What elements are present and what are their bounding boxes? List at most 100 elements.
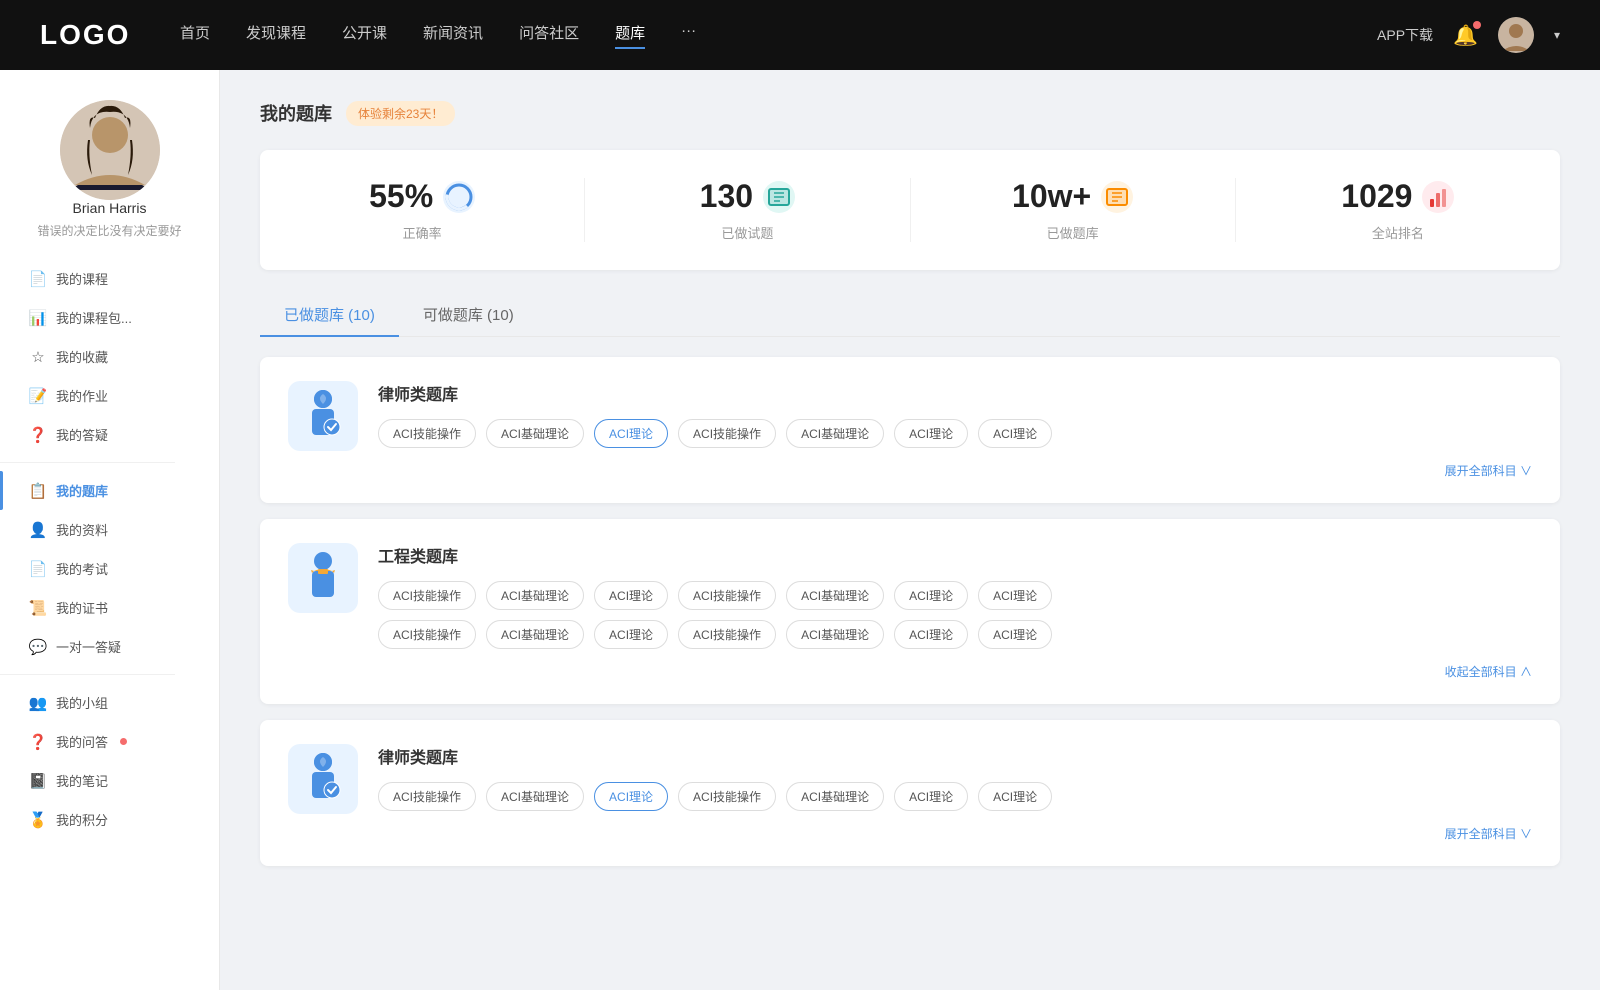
sidebar-item-2[interactable]: ☆ 我的收藏	[0, 337, 219, 376]
expand-btn-2[interactable]: 展开全部科目 ∨	[1445, 825, 1532, 842]
sidebar-divider-4	[0, 462, 175, 463]
sidebar-label-0: 我的课程	[56, 269, 108, 288]
tag-0-5[interactable]: ACI理论	[894, 419, 968, 448]
tag-0-1[interactable]: ACI基础理论	[486, 419, 584, 448]
qbank-body-1: 工程类题库 ACI技能操作 ACI基础理论 ACI理论 ACI技能操作 ACI基…	[378, 543, 1532, 680]
sidebar-item-7[interactable]: 📄 我的考试	[0, 549, 219, 588]
sidebar-label-12: 我的笔记	[56, 771, 108, 790]
sidebar-icon-7: 📄	[30, 561, 46, 577]
tag-1-1[interactable]: ACI基础理论	[486, 620, 584, 649]
nav-link-qa[interactable]: 问答社区	[519, 22, 579, 49]
sidebar-item-1[interactable]: 📊 我的课程包...	[0, 298, 219, 337]
tag-1-2[interactable]: ACI理论	[594, 581, 668, 610]
sidebar-item-8[interactable]: 📜 我的证书	[0, 588, 219, 627]
sidebar-divider-9	[0, 674, 175, 675]
sidebar-item-0[interactable]: 📄 我的课程	[0, 259, 219, 298]
qbank-list: 律师类题库 ACI技能操作 ACI基础理论 ACI理论 ACI技能操作 ACI基…	[260, 357, 1560, 866]
logo: LOGO	[40, 19, 140, 51]
tag-1-4[interactable]: ACI基础理论	[786, 620, 884, 649]
tag-1-0[interactable]: ACI技能操作	[378, 581, 476, 610]
nav-link-qbank[interactable]: 题库	[615, 22, 645, 49]
sidebar-item-5[interactable]: 📋 我的题库	[0, 471, 219, 510]
tag-2-0[interactable]: ACI技能操作	[378, 782, 476, 811]
collapse-btn-1[interactable]: 收起全部科目 ∧	[1445, 663, 1532, 680]
stat-icon-0	[443, 181, 475, 213]
sidebar-icon-3: 📝	[30, 388, 46, 404]
tab-1[interactable]: 可做题库 (10)	[399, 294, 538, 337]
tag-2-3[interactable]: ACI技能操作	[678, 782, 776, 811]
sidebar-icon-10: 👥	[30, 695, 46, 711]
stat-label-0: 正确率	[403, 223, 442, 242]
tag-1-1[interactable]: ACI基础理论	[486, 581, 584, 610]
sidebar-label-7: 我的考试	[56, 559, 108, 578]
sidebar-item-12[interactable]: 📓 我的笔记	[0, 761, 219, 800]
nav-link-courses[interactable]: 发现课程	[246, 22, 306, 49]
tag-0-6[interactable]: ACI理论	[978, 419, 1052, 448]
sidebar-item-9[interactable]: 💬 一对一答疑	[0, 627, 219, 666]
tag-1-0[interactable]: ACI技能操作	[378, 620, 476, 649]
stat-value-2: 10w+	[1012, 178, 1091, 215]
stat-value-3: 1029	[1341, 178, 1412, 215]
tag-1-6[interactable]: ACI理论	[978, 581, 1052, 610]
tag-2-1[interactable]: ACI基础理论	[486, 782, 584, 811]
stat-label-1: 已做试题	[721, 223, 773, 242]
tag-1-5[interactable]: ACI理论	[894, 620, 968, 649]
tag-1-5[interactable]: ACI理论	[894, 581, 968, 610]
tag-1-3[interactable]: ACI技能操作	[678, 620, 776, 649]
tag-1-2[interactable]: ACI理论	[594, 620, 668, 649]
sidebar-item-6[interactable]: 👤 我的资料	[0, 510, 219, 549]
sidebar-item-13[interactable]: 🏅 我的积分	[0, 800, 219, 839]
tag-1-4[interactable]: ACI基础理论	[786, 581, 884, 610]
sidebar-icon-0: 📄	[30, 271, 46, 287]
engineer-icon	[298, 551, 348, 606]
qbank-icon-wrap-2	[288, 744, 358, 814]
user-avatar[interactable]	[1498, 17, 1534, 53]
user-menu-chevron[interactable]: ▾	[1554, 28, 1560, 42]
qbank-body-2: 律师类题库 ACI技能操作 ACI基础理论 ACI理论 ACI技能操作 ACI基…	[378, 744, 1532, 842]
expand-btn-0[interactable]: 展开全部科目 ∨	[1445, 462, 1532, 479]
tag-0-0[interactable]: ACI技能操作	[378, 419, 476, 448]
sidebar-icon-11: ❓	[30, 734, 46, 750]
stat-item-0: 55% 正确率	[260, 178, 585, 242]
qbank-name-1: 工程类题库	[378, 543, 1532, 567]
tag-2-2[interactable]: ACI理论	[594, 782, 668, 811]
nav-link-news[interactable]: 新闻资讯	[423, 22, 483, 49]
main-content: 我的题库 体验剩余23天！ 55% 正确率 130 已做试题 10w+ 已做题库…	[220, 70, 1600, 990]
sidebar-label-1: 我的课程包...	[56, 308, 132, 327]
sidebar-icon-9: 💬	[30, 639, 46, 655]
tags-row2-1: ACI技能操作 ACI基础理论 ACI理论 ACI技能操作 ACI基础理论 AC…	[378, 620, 1532, 649]
stat-label-2: 已做题库	[1047, 223, 1099, 242]
sidebar-item-10[interactable]: 👥 我的小组	[0, 683, 219, 722]
sidebar-avatar	[60, 100, 160, 200]
nav-link-opencourse[interactable]: 公开课	[342, 22, 387, 49]
qbank-card-0: 律师类题库 ACI技能操作 ACI基础理论 ACI理论 ACI技能操作 ACI基…	[260, 357, 1560, 503]
notification-bell[interactable]: 🔔	[1453, 23, 1478, 48]
tags-row1-0: ACI技能操作 ACI基础理论 ACI理论 ACI技能操作 ACI基础理论 AC…	[378, 419, 1532, 448]
tag-0-2[interactable]: ACI理论	[594, 419, 668, 448]
user-name: Brian Harris	[73, 200, 147, 216]
qbank-footer-0: 展开全部科目 ∨	[378, 462, 1532, 479]
sidebar-icon-5: 📋	[30, 483, 46, 499]
tags-row1-2: ACI技能操作 ACI基础理论 ACI理论 ACI技能操作 ACI基础理论 AC…	[378, 782, 1532, 811]
lawyer-icon	[298, 389, 348, 444]
tag-1-3[interactable]: ACI技能操作	[678, 581, 776, 610]
nav-link-home[interactable]: 首页	[180, 22, 210, 49]
stat-value-0: 55%	[369, 178, 433, 215]
sidebar-label-4: 我的答疑	[56, 425, 108, 444]
stats-row: 55% 正确率 130 已做试题 10w+ 已做题库 1029 全站排名	[260, 150, 1560, 270]
tag-2-4[interactable]: ACI基础理论	[786, 782, 884, 811]
nav-link-more[interactable]: ···	[681, 22, 696, 49]
tag-2-5[interactable]: ACI理论	[894, 782, 968, 811]
tab-0[interactable]: 已做题库 (10)	[260, 294, 399, 337]
tag-0-4[interactable]: ACI基础理论	[786, 419, 884, 448]
qbank-footer-1: 收起全部科目 ∧	[378, 663, 1532, 680]
tag-2-6[interactable]: ACI理论	[978, 782, 1052, 811]
tag-1-6[interactable]: ACI理论	[978, 620, 1052, 649]
sidebar-item-3[interactable]: 📝 我的作业	[0, 376, 219, 415]
app-download-button[interactable]: APP下载	[1377, 25, 1433, 45]
stat-icon-1	[763, 181, 795, 213]
sidebar-item-11[interactable]: ❓ 我的问答	[0, 722, 219, 761]
stat-icon-3	[1422, 181, 1454, 213]
sidebar-item-4[interactable]: ❓ 我的答疑	[0, 415, 219, 454]
tag-0-3[interactable]: ACI技能操作	[678, 419, 776, 448]
